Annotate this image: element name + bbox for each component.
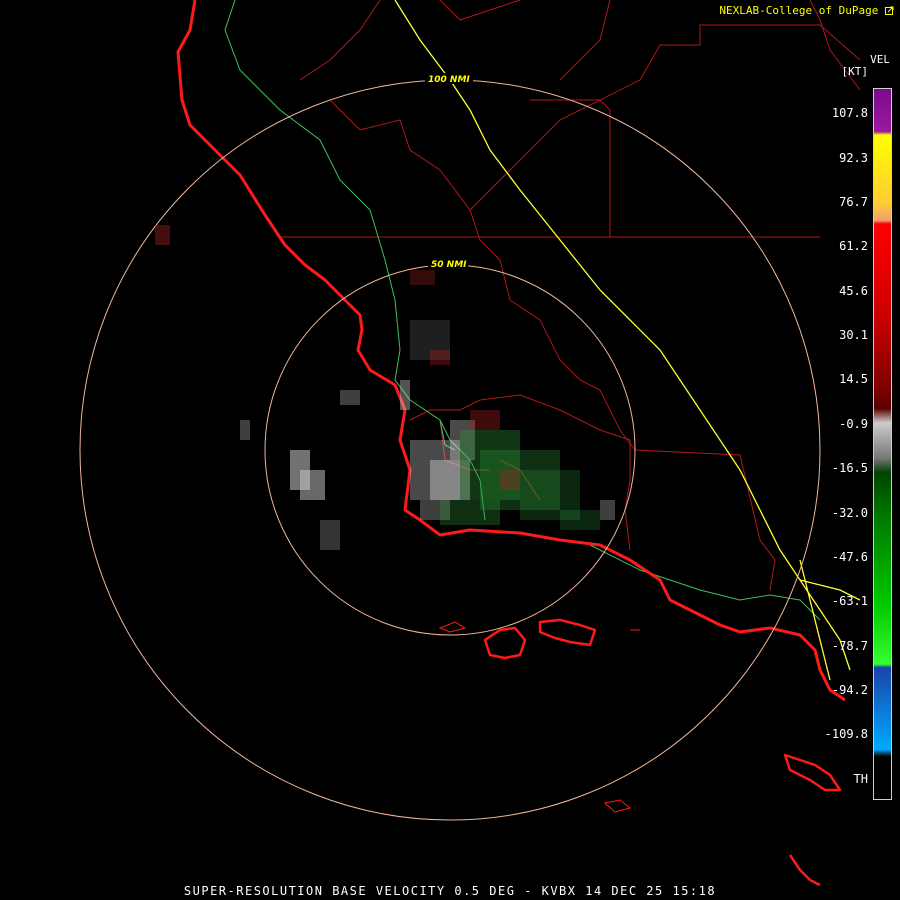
highways [224,0,821,621]
scale-label: 107.8 [831,106,868,120]
scale-label: 45.6 [839,284,868,298]
scale-label: -16.5 [831,461,868,475]
scale-label: -94.2 [831,683,868,697]
scale-label: 14.5 [839,372,868,386]
ring-label-inner: 50 NMI [431,260,467,270]
scale-label: 92.3 [839,151,868,165]
scale-label: -63.1 [831,594,868,608]
scale-label: -78.7 [831,639,868,653]
nexlab-credit: NEXLAB-College of DuPage [719,4,894,17]
coastline [176,0,846,702]
scale-label: -47.6 [831,550,868,564]
scale-label: -32.0 [831,506,868,520]
scale-label: 30.1 [839,328,868,342]
scale-label: 61.2 [839,239,868,253]
velocity-color-bar [873,88,892,800]
scale-label: 76.7 [839,195,868,209]
product-description: SUPER-RESOLUTION BASE VELOCITY 0.5 DEG -… [183,884,717,898]
scale-label: -109.8 [824,727,868,741]
legend-units: [KT] [841,65,869,78]
ring-label-outer: 100 NMI [428,75,470,85]
radar-echoes [155,225,615,550]
credit-text: NEXLAB-College of DuPage [719,4,879,17]
legend-title: VEL [KT] [842,54,891,78]
scale-label: TH [853,772,868,786]
radar-map: 100 NMI 50 NMI [79,0,861,887]
interstates [394,0,861,681]
scale-label: -0.9 [839,417,868,431]
external-link-icon[interactable] [885,6,894,15]
